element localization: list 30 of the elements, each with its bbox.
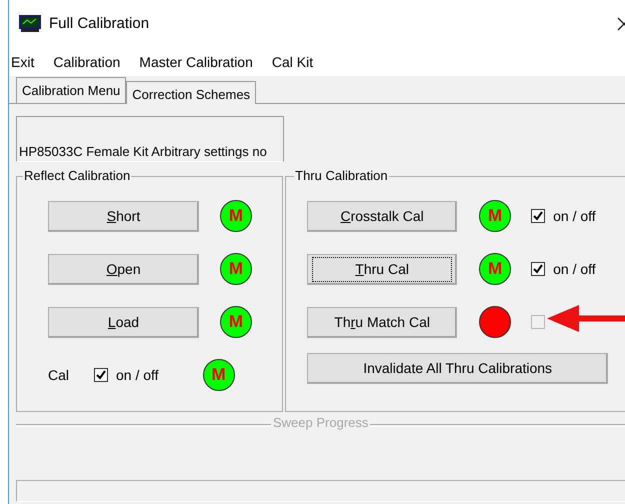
status-indicator: M [220,200,252,232]
kit-name-field: HP85033C Female Kit Arbitrary settings no [16,116,284,162]
menu-item[interactable]: Calibration [53,52,120,72]
progress-title: Sweep Progress [271,416,370,430]
menu-item[interactable]: Master Calibration [139,52,253,72]
calibration-button[interactable]: Load [48,306,199,338]
tab[interactable]: Calibration Menu [16,77,126,103]
calibration-button[interactable]: Crosstalk Cal [307,200,458,232]
tab[interactable]: Correction Schemes [126,81,256,104]
checkbox[interactable] [531,209,546,223]
status-indicator: M [479,253,512,285]
invalidate-button[interactable]: Invalidate All Thru Calibrations [307,353,608,384]
menu-item[interactable]: Exit [11,52,34,72]
status-indicator: M [202,359,235,391]
window-title: Full Calibration [49,14,150,34]
calibration-button[interactable]: Thru Match Cal [307,306,458,338]
status-indicator: M [220,306,252,338]
checkbox[interactable] [94,368,108,382]
checkbox-label: on / off [116,366,159,384]
menu-item[interactable]: Cal Kit [272,52,314,72]
checkbox[interactable] [531,262,546,276]
status-indicator: M [220,253,252,285]
calibration-button[interactable]: Thru Cal [307,254,458,284]
checkbox-label: on / off [553,260,596,278]
app-icon [19,15,41,33]
calibration-button[interactable]: Short [48,200,199,232]
calibration-button[interactable]: Open [48,254,199,284]
checkbox-label: on / off [553,206,596,226]
cal-label: Cal [48,366,70,384]
status-indicator: M [479,200,512,232]
